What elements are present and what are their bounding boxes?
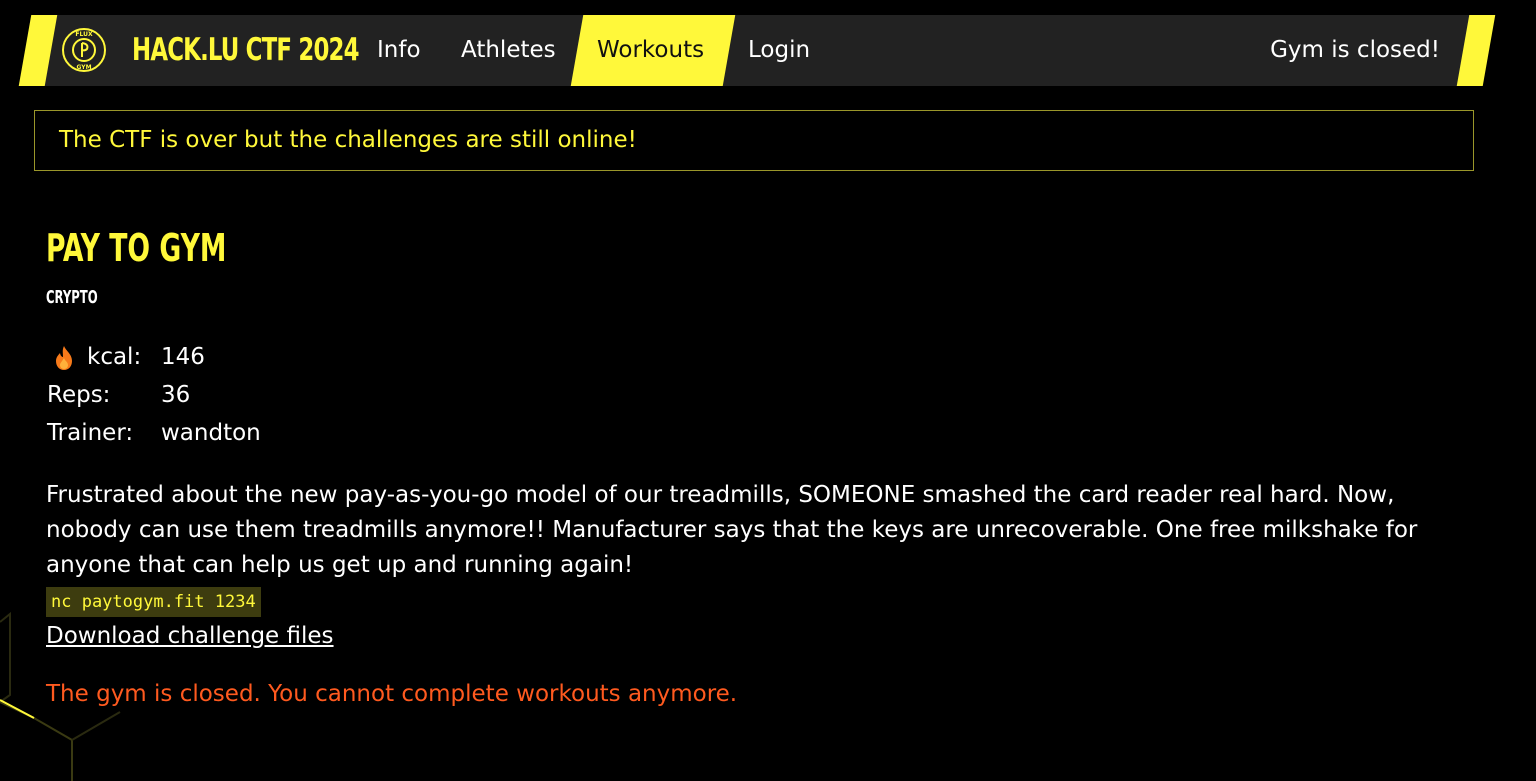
page: FLUX GYM HACK.LU CTF 2024 Info Athletes … (0, 0, 1536, 781)
banner-text: The CTF is over but the challenges are s… (59, 127, 637, 153)
stat-label-trainer: Trainer: (47, 420, 134, 446)
stat-row-kcal: kcal: 146 (47, 338, 447, 376)
download-challenge-files-link[interactable]: Download challenge files (46, 620, 334, 652)
flux-gym-logo-icon[interactable]: FLUX GYM (61, 27, 107, 73)
nav-link-login[interactable]: Login (748, 15, 810, 86)
nav-link-athletes[interactable]: Athletes (461, 15, 556, 86)
stat-label-kcal: kcal: (87, 344, 142, 370)
svg-text:GYM: GYM (76, 64, 91, 71)
stat-row-trainer: Trainer: wandton (47, 414, 447, 452)
connection-command[interactable]: nc paytogym.fit 1234 (46, 587, 261, 617)
flame-icon (56, 346, 72, 370)
challenge-category: CRYPTO (46, 287, 98, 308)
svg-text:FLUX: FLUX (75, 31, 93, 38)
challenge-title: PAY TO GYM (46, 226, 227, 270)
challenge-stats: kcal: 146 Reps: 36 Trainer: wandton (47, 338, 447, 452)
ctf-over-banner: The CTF is over but the challenges are s… (34, 110, 1474, 171)
gym-status: Gym is closed! (1270, 37, 1440, 63)
stat-value-trainer: wandton (161, 420, 261, 446)
challenge-description: Frustrated about the new pay-as-you-go m… (46, 482, 1418, 578)
stat-row-reps: Reps: 36 (47, 376, 447, 414)
nav-link-info[interactable]: Info (377, 15, 421, 86)
gym-closed-message: The gym is closed. You cannot complete w… (46, 681, 738, 707)
stat-value-kcal: 146 (161, 344, 205, 370)
brand-title[interactable]: HACK.LU CTF 2024 (132, 27, 360, 73)
stat-label-reps: Reps: (47, 382, 111, 408)
nav-link-workouts[interactable]: Workouts (597, 15, 704, 86)
stat-value-reps: 36 (161, 382, 191, 408)
